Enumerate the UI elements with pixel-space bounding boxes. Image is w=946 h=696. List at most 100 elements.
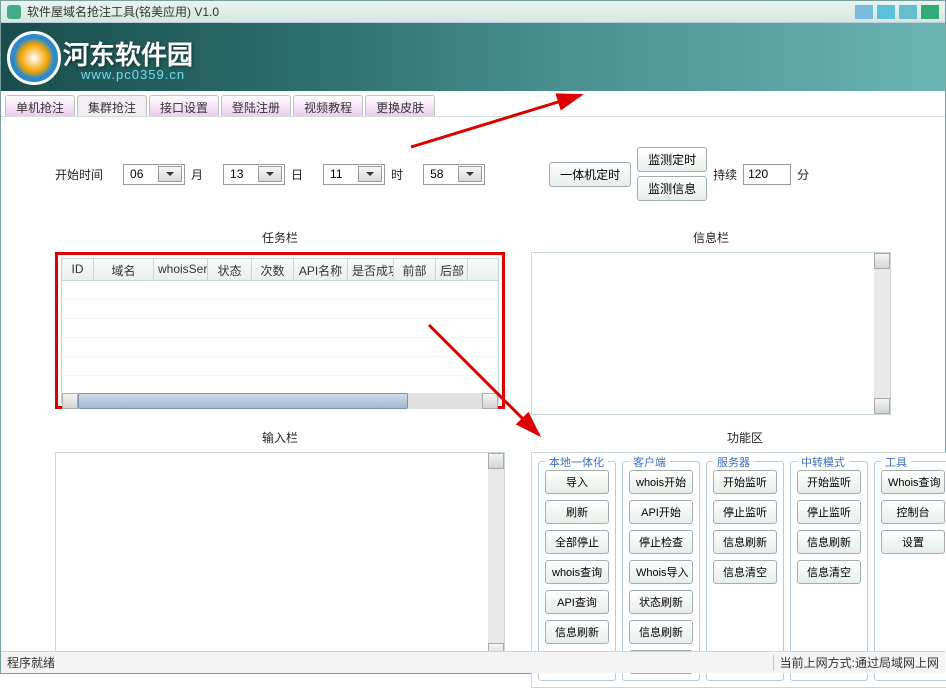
- hour-select[interactable]: 11: [323, 164, 385, 185]
- func-group-legend: 本地一体化: [545, 454, 608, 470]
- info-title: 信息栏: [531, 229, 891, 246]
- task-col-8[interactable]: 后部: [436, 259, 468, 280]
- task-col-2[interactable]: whoisServ: [154, 259, 208, 280]
- task-table[interactable]: ID域名whoisServ状态次数API名称是否成功前部后部: [61, 258, 499, 403]
- chevron-down-icon: [458, 166, 482, 182]
- day-select[interactable]: 13: [223, 164, 285, 185]
- chevron-down-icon: [358, 166, 382, 182]
- status-left: 程序就绪: [7, 654, 767, 671]
- task-col-1[interactable]: 域名: [94, 259, 154, 280]
- func-group-legend: 中转模式: [797, 454, 849, 470]
- hour-unit: 时: [391, 166, 403, 183]
- func-btn-3-1[interactable]: 停止监听: [797, 500, 861, 524]
- func-btn-2-1[interactable]: 停止监听: [713, 500, 777, 524]
- func-btn-1-5[interactable]: 信息刷新: [629, 620, 693, 644]
- func-btn-0-5[interactable]: 信息刷新: [545, 620, 609, 644]
- scroll-up-icon[interactable]: [874, 253, 890, 269]
- func-group-legend: 服务器: [713, 454, 754, 470]
- tab-3[interactable]: 登陆注册: [221, 95, 291, 116]
- func-group-legend: 工具: [881, 454, 911, 470]
- task-col-0[interactable]: ID: [62, 259, 94, 280]
- duration-label: 持续: [713, 166, 737, 183]
- func-btn-4-2[interactable]: 设置: [881, 530, 945, 554]
- scroll-left-icon[interactable]: [62, 393, 78, 409]
- tab-5[interactable]: 更换皮肤: [365, 95, 435, 116]
- func-btn-1-0[interactable]: whois开始: [629, 470, 693, 494]
- task-col-3[interactable]: 状态: [208, 259, 252, 280]
- func-btn-0-2[interactable]: 全部停止: [545, 530, 609, 554]
- task-header-row: ID域名whoisServ状态次数API名称是否成功前部后部: [62, 259, 498, 281]
- func-btn-1-3[interactable]: Whois导入: [629, 560, 693, 584]
- func-btn-0-4[interactable]: API查询: [545, 590, 609, 614]
- tabbar: 单机抢注集群抢注接口设置登陆注册视频教程更换皮肤: [1, 91, 945, 117]
- func-group-0: 本地一体化导入刷新全部停止whois查询API查询信息刷新: [538, 461, 616, 681]
- logo-icon: [7, 31, 61, 85]
- duration-input[interactable]: 120: [743, 164, 791, 185]
- func-btn-1-4[interactable]: 状态刷新: [629, 590, 693, 614]
- scroll-down-icon[interactable]: [874, 398, 890, 414]
- func-btn-0-0[interactable]: 导入: [545, 470, 609, 494]
- tab-4[interactable]: 视频教程: [293, 95, 363, 116]
- scroll-thumb[interactable]: [78, 393, 408, 409]
- month-unit: 月: [191, 166, 203, 183]
- func-btn-3-3[interactable]: 信息清空: [797, 560, 861, 584]
- scroll-track[interactable]: [408, 393, 482, 409]
- monitor-timer-button[interactable]: 监测定时: [637, 147, 707, 172]
- minute-select[interactable]: 58: [423, 164, 485, 185]
- task-highlight-box: ID域名whoisServ状态次数API名称是否成功前部后部: [55, 252, 505, 409]
- input-vscroll[interactable]: [488, 453, 504, 659]
- tab-0[interactable]: 单机抢注: [5, 95, 75, 116]
- task-col-4[interactable]: 次数: [252, 259, 294, 280]
- logo-url: www.pc0359.cn: [81, 67, 185, 82]
- func-btn-4-0[interactable]: Whois查询: [881, 470, 945, 494]
- func-btn-2-2[interactable]: 信息刷新: [713, 530, 777, 554]
- app-icon: [7, 5, 21, 19]
- chevron-down-icon: [158, 166, 182, 182]
- day-unit: 日: [291, 166, 303, 183]
- func-group-legend: 客户端: [629, 454, 670, 470]
- start-time-label: 开始时间: [55, 166, 103, 183]
- func-btn-1-1[interactable]: API开始: [629, 500, 693, 524]
- help-icon[interactable]: [899, 5, 917, 19]
- func-btn-0-1[interactable]: 刷新: [545, 500, 609, 524]
- task-hscroll[interactable]: [62, 393, 498, 409]
- task-col-6[interactable]: 是否成功: [348, 259, 394, 280]
- task-col-7[interactable]: 前部: [394, 259, 436, 280]
- tab-2[interactable]: 接口设置: [149, 95, 219, 116]
- minimize-icon[interactable]: [855, 5, 873, 19]
- task-title: 任务栏: [55, 229, 505, 246]
- func-btn-3-2[interactable]: 信息刷新: [797, 530, 861, 554]
- window-title: 软件屋域名抢注工具(铭美应用) V1.0: [27, 3, 855, 20]
- func-group-3: 中转模式开始监听停止监听信息刷新信息清空: [790, 461, 868, 681]
- func-title: 功能区: [531, 429, 946, 446]
- task-body: [62, 281, 498, 393]
- monitor-info-button[interactable]: 监测信息: [637, 176, 707, 201]
- close-icon[interactable]: [921, 5, 939, 19]
- func-btn-2-0[interactable]: 开始监听: [713, 470, 777, 494]
- func-btn-1-2[interactable]: 停止检查: [629, 530, 693, 554]
- banner: 河东软件园 www.pc0359.cn: [1, 23, 945, 91]
- task-col-5[interactable]: API名称: [294, 259, 348, 280]
- window-controls: [855, 5, 939, 19]
- func-btn-4-1[interactable]: 控制台: [881, 500, 945, 524]
- month-select[interactable]: 06: [123, 164, 185, 185]
- titlebar: 软件屋域名抢注工具(铭美应用) V1.0: [1, 1, 945, 23]
- input-title: 输入栏: [55, 429, 505, 446]
- func-group-4: 工具Whois查询控制台设置: [874, 461, 946, 681]
- scroll-up-icon[interactable]: [488, 453, 504, 469]
- func-group-1: 客户端whois开始API开始停止检查Whois导入状态刷新信息刷新信息清空: [622, 461, 700, 681]
- input-panel[interactable]: [55, 452, 505, 660]
- info-vscroll[interactable]: [874, 253, 890, 414]
- chevron-down-icon: [258, 166, 282, 182]
- maximize-icon[interactable]: [877, 5, 895, 19]
- duration-unit: 分: [797, 166, 809, 183]
- integrated-timer-button[interactable]: 一体机定时: [549, 162, 631, 187]
- func-btn-2-3[interactable]: 信息清空: [713, 560, 777, 584]
- func-btn-0-3[interactable]: whois查询: [545, 560, 609, 584]
- info-panel[interactable]: [531, 252, 891, 415]
- tab-1[interactable]: 集群抢注: [77, 95, 147, 116]
- scroll-right-icon[interactable]: [482, 393, 498, 409]
- func-btn-3-0[interactable]: 开始监听: [797, 470, 861, 494]
- status-right: 当前上网方式:通过局域网上网: [780, 654, 939, 671]
- time-row: 开始时间 06 月 13 日 11 时 58 一体机定时 监测定时 监测信息 持…: [55, 147, 891, 201]
